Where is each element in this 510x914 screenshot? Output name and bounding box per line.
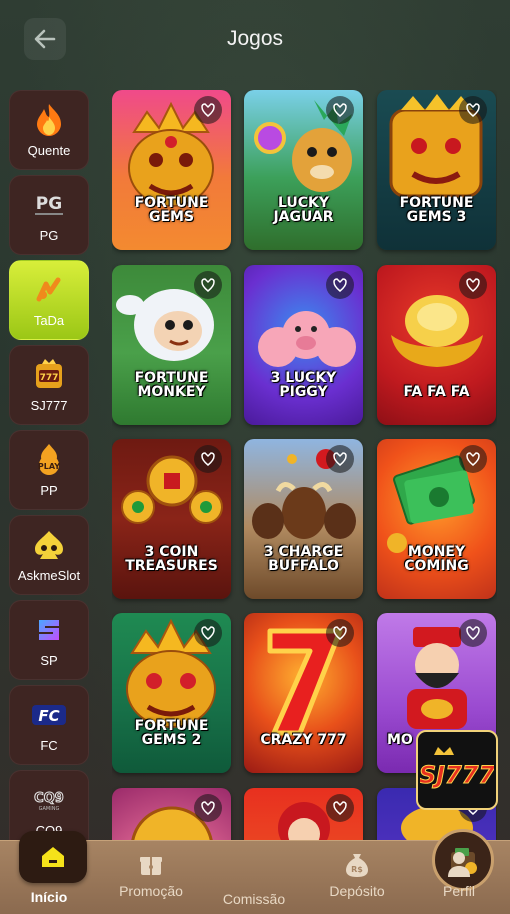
nav-comissao[interactable]: Comissão: [209, 829, 494, 907]
game-tile-lucky-jaguar[interactable]: LUCKY JAGUAR: [244, 90, 363, 250]
game-tile-fa-fa-fa[interactable]: FA FA FA: [377, 265, 496, 425]
games-grid: FORTUNE GEMS LUCKY JAGUAR FORTUNE GEMS 3…: [112, 90, 497, 840]
pp-logo-icon: PLAY: [34, 443, 64, 477]
home-pill: [19, 831, 87, 883]
header: Jogos: [0, 0, 510, 80]
game-title: FORTUNE GEMS 3: [399, 195, 474, 225]
sidebar-item-askmeslot[interactable]: AskmeSlot: [9, 515, 89, 595]
favorite-icon[interactable]: [326, 271, 354, 299]
nav-label: Início: [30, 889, 68, 905]
game-tile[interactable]: [112, 788, 231, 840]
gift-icon: [106, 849, 196, 879]
svg-text:CQ9: CQ9: [34, 791, 64, 806]
fc-logo-icon: FC: [31, 698, 67, 732]
game-title: 3 CHARGE BUFFALO: [263, 544, 344, 574]
game-tile[interactable]: [244, 788, 363, 840]
nav-perfil[interactable]: Perfil: [414, 849, 504, 899]
svg-text:PG: PG: [36, 194, 62, 214]
sidebar-item-fc[interactable]: FC FC: [9, 685, 89, 765]
favorite-icon[interactable]: [326, 445, 354, 473]
favorite-icon[interactable]: [194, 619, 222, 647]
user-icon: [414, 849, 504, 879]
favorite-icon[interactable]: [194, 96, 222, 124]
tada-logo-icon: [34, 273, 64, 307]
nav-promocao[interactable]: Promoção: [106, 849, 196, 899]
page-title: Jogos: [226, 27, 284, 50]
sj777-logo-icon: SJ777: [420, 747, 494, 790]
game-title: CRAZY 777: [260, 732, 347, 748]
nav-label: Promoção: [119, 883, 183, 899]
favorite-icon[interactable]: [194, 445, 222, 473]
game-tile-3-coin-treasures[interactable]: 3 COIN TREASURES: [112, 439, 231, 599]
favorite-icon[interactable]: [326, 794, 354, 822]
nav-label: Depósito: [329, 883, 385, 899]
svg-text:FC: FC: [38, 707, 59, 725]
svg-text:777: 777: [40, 373, 59, 383]
game-title: 3 LUCKY PIGGY: [270, 370, 337, 400]
game-title: FA FA FA: [403, 384, 470, 400]
sidebar-item-label: SP: [40, 652, 58, 668]
game-tile-3-charge-buffalo[interactable]: 3 CHARGE BUFFALO: [244, 439, 363, 599]
sidebar-item-sp[interactable]: SP: [9, 600, 89, 680]
game-tile-fortune-gems-2[interactable]: FORTUNE GEMS 2: [112, 613, 231, 773]
sidebar-item-sj777[interactable]: 777 SJ777: [9, 345, 89, 425]
sidebar-item-quente[interactable]: Quente: [9, 90, 89, 170]
fire-icon: [34, 103, 64, 137]
sidebar-item-label: AskmeSlot: [17, 567, 81, 583]
favorite-icon[interactable]: [459, 619, 487, 647]
game-tile-3-lucky-piggy[interactable]: 3 LUCKY PIGGY: [244, 265, 363, 425]
sidebar-item-label: SJ777: [30, 397, 68, 413]
game-title: LUCKY JAGUAR: [273, 195, 334, 225]
nav-label: Comissão: [222, 891, 286, 907]
svg-text:R$: R$: [351, 865, 363, 874]
game-title: FORTUNE GEMS 2: [134, 718, 209, 748]
favorite-icon[interactable]: [194, 794, 222, 822]
game-tile-fortune-gems[interactable]: FORTUNE GEMS: [112, 90, 231, 250]
sidebar-item-pg[interactable]: PG PG: [9, 175, 89, 255]
sidebar-item-label: PP: [40, 482, 58, 498]
sidebar-item-label: TaDa: [33, 312, 65, 328]
cq9-logo-icon: CQ9 GAMING: [29, 783, 69, 817]
svg-text:GAMING: GAMING: [39, 806, 60, 812]
money-bag-icon: R$: [312, 849, 402, 879]
sp-logo-icon: [33, 613, 65, 647]
askmeslot-logo-icon: [32, 528, 66, 562]
game-tile-money-coming[interactable]: MONEY COMING: [377, 439, 496, 599]
favorite-icon[interactable]: [459, 271, 487, 299]
sidebar-item-label: PG: [39, 227, 59, 243]
sidebar-item-pp[interactable]: PLAY PP: [9, 430, 89, 510]
sidebar-item-tada[interactable]: TaDa: [9, 260, 89, 340]
game-tile-crazy-777[interactable]: CRAZY 777: [244, 613, 363, 773]
game-tile-fortune-gems-3[interactable]: FORTUNE GEMS 3: [377, 90, 496, 250]
sj777-logo-icon: 777: [33, 358, 65, 392]
nav-deposito[interactable]: R$ Depósito: [312, 849, 402, 899]
favorite-icon[interactable]: [459, 445, 487, 473]
sj777-floating-badge[interactable]: SJ777: [416, 730, 498, 810]
svg-text:PLAY: PLAY: [38, 462, 60, 471]
nav-inicio[interactable]: Início: [4, 831, 94, 905]
favorite-icon[interactable]: [326, 619, 354, 647]
pg-logo-icon: PG: [29, 188, 69, 222]
game-title: FORTUNE MONKEY: [134, 370, 209, 400]
sidebar-item-label: Quente: [27, 142, 71, 158]
favorite-icon[interactable]: [459, 96, 487, 124]
game-tile-fortune-monkey[interactable]: FORTUNE MONKEY: [112, 265, 231, 425]
game-title: MONEY COMING: [404, 544, 469, 574]
favorite-icon[interactable]: [194, 271, 222, 299]
bottom-navigation: Início Promoção Comissão R$ Depósito Per…: [0, 829, 510, 914]
badge-text: SJ777: [420, 761, 494, 789]
nav-label: Perfil: [443, 883, 475, 899]
game-title: FORTUNE GEMS: [134, 195, 209, 225]
provider-sidebar: Quente PG PG TaDa 777 SJ777 PLAY PP Askm…: [9, 90, 89, 840]
sidebar-item-label: FC: [40, 737, 58, 753]
sidebar-item-cq9[interactable]: CQ9 GAMING CQ9: [9, 770, 89, 840]
favorite-icon[interactable]: [326, 96, 354, 124]
game-title: 3 COIN TREASURES: [125, 544, 218, 574]
home-icon: [42, 847, 64, 867]
